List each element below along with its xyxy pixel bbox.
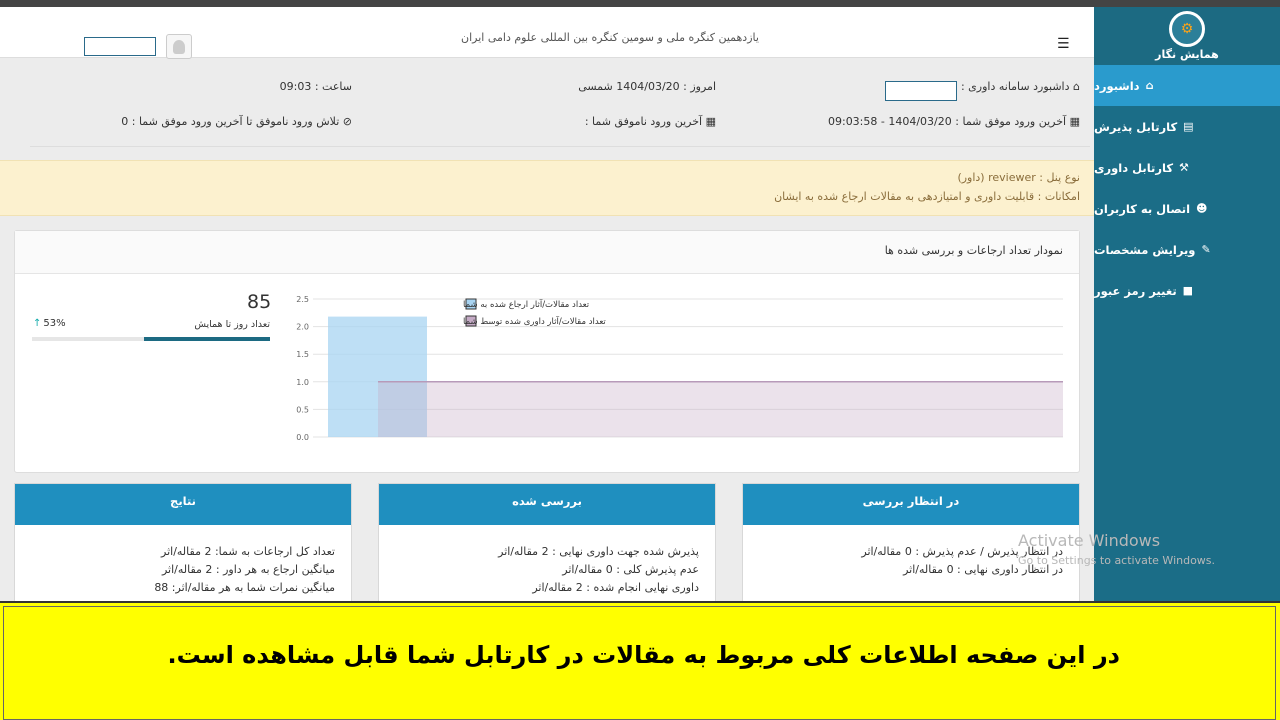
- panel-row: داوری نهایی انجام شده : 2 مقاله/اثر: [532, 581, 699, 594]
- sidebar-item-acceptance[interactable]: ▤ کارتابل پذیرش: [1094, 106, 1280, 147]
- legend-label: تعداد مقالات/آثار ارجاع شده به شما: [463, 298, 590, 310]
- caption-text: در این صفحه اطلاعات کلی مربوط به مقالات …: [167, 641, 1120, 669]
- last-failed-login: ▦ آخرین ورود ناموفق شما :: [584, 115, 716, 128]
- top-strip: [0, 0, 1280, 7]
- username-box[interactable]: [84, 37, 156, 56]
- panel-row: میانگین نمرات شما به هر مقاله/اثر: 88: [154, 581, 335, 594]
- edit-icon: ✎: [1201, 243, 1211, 256]
- divider: [30, 146, 1090, 147]
- panel-title: بررسی شده: [379, 484, 715, 525]
- sidebar-item-edit-profile[interactable]: ✎ ویرایش مشخصات: [1094, 229, 1280, 270]
- current-time: ساعت : 09:03: [279, 80, 352, 93]
- y-tick-label: 1.0: [296, 378, 309, 387]
- logo[interactable]: ⚙ همایش نگار: [1094, 7, 1280, 65]
- top-header: ☰ یازدهمین کنگره ملی و سومین کنگره بین ا…: [0, 7, 1094, 59]
- conference-title: یازدهمین کنگره ملی و سومین کنگره بین الم…: [461, 31, 759, 44]
- panel-capabilities: امکانات : قابلیت داوری و امتیازدهی به مق…: [774, 190, 1080, 203]
- panel-row: در انتظار داوری نهایی : 0 مقاله/اثر: [903, 563, 1063, 576]
- sidebar-item-label: ویرایش مشخصات: [1094, 242, 1196, 257]
- y-tick-label: 2.5: [296, 295, 309, 304]
- arrow-up-icon: ↑: [33, 318, 42, 329]
- user-avatar-icon[interactable]: [166, 34, 192, 59]
- panel-row: عدم پذیرش کلی : 0 مقاله/اثر: [562, 563, 699, 576]
- panel-notice: نوع پنل : reviewer (داور) امکانات : قابل…: [0, 160, 1094, 216]
- sidebar-item-change-password[interactable]: ■ تغییر رمز عبور: [1094, 270, 1280, 311]
- sidebar-item-label: کارتابل داوری: [1094, 160, 1174, 175]
- logo-text: همایش نگار: [1155, 48, 1219, 61]
- today-date: امروز : 1404/03/20 شمسی: [578, 80, 716, 93]
- days-progress-bar: [32, 337, 270, 341]
- y-tick-label: 0.5: [296, 405, 309, 414]
- legend-label: تعداد مقالات/آثار داوری شده توسط شما: [463, 315, 606, 327]
- y-tick-label: 0.0: [296, 433, 309, 442]
- days-label: تعداد روز تا همایش: [194, 319, 270, 330]
- panel-row: میانگین ارجاع به هر داور : 2 مقاله/اثر: [161, 563, 335, 576]
- file-icon: ▤: [1183, 120, 1194, 133]
- panel-title: در انتظار بررسی: [743, 484, 1079, 525]
- users-icon: ☻: [1196, 202, 1208, 215]
- results-panel: نتایج تعداد کل ارجاعات به شما: 2 مقاله/ا…: [14, 483, 352, 603]
- sidebar-item-label: کارتابل پذیرش: [1094, 119, 1178, 134]
- last-success-login: ▦ آخرین ورود موفق شما : 1404/03/20 - 09:…: [827, 115, 1080, 128]
- panel-row: تعداد کل ارجاعات به شما: 2 مقاله/اثر: [161, 545, 335, 558]
- logo-mark-icon: ⚙: [1169, 11, 1205, 47]
- activation-watermark-title: Activate Windows: [1018, 531, 1161, 550]
- chart-card: نمودار تعداد ارجاعات و بررسی شده ها 85 ت…: [14, 230, 1080, 473]
- days-count: 85: [247, 291, 272, 313]
- panel-type: نوع پنل : reviewer (داور): [957, 171, 1080, 184]
- y-tick-label: 2.0: [296, 323, 309, 332]
- calendar-icon: ▦: [1069, 115, 1080, 128]
- days-progress-fill: [143, 337, 270, 341]
- home-icon: ⌂: [1145, 79, 1154, 92]
- panel-row: در انتظار پذیرش / عدم پذیرش : 0 مقاله/اث…: [861, 545, 1063, 558]
- home-icon: ⌂: [1073, 80, 1080, 93]
- sidebar-item-label: اتصال به کاربران: [1094, 201, 1191, 216]
- failed-attempts: ⊘ تلاش ورود ناموفق تا آخرین ورود موفق شم…: [121, 115, 352, 128]
- series-reviewed-area: [378, 381, 1063, 437]
- y-tick-label: 1.5: [296, 350, 309, 359]
- days-percent: ↑ 53%: [33, 318, 66, 329]
- lock-icon: ■: [1182, 284, 1194, 297]
- panel-title: نتایج: [15, 484, 351, 525]
- sidebar-item-label: تغییر رمز عبور: [1094, 283, 1177, 298]
- calendar-icon: ▦: [705, 115, 716, 128]
- sidebar-item-label: داشبورد: [1094, 78, 1140, 93]
- dashboard-label: ⌂ داشبورد سامانه داوری :: [960, 80, 1080, 93]
- panel-row: پذیرش شده جهت داوری نهایی : 2 مقاله/اثر: [498, 545, 699, 558]
- gavel-icon: ⚒: [1179, 161, 1189, 174]
- activation-watermark-subtitle: Go to Settings to activate Windows.: [1018, 554, 1216, 567]
- sidebar-item-review[interactable]: ⚒ کارتابل داوری: [1094, 147, 1280, 188]
- references-chart: 0.0 0.5 1.0 1.5 2.0 2.5 تعداد مقالات/آثار ارجا…: [296, 295, 1063, 442]
- hamburger-icon[interactable]: ☰: [1057, 36, 1070, 52]
- chart-card-header: نمودار تعداد ارجاعات و بررسی شده ها: [15, 231, 1079, 274]
- ban-icon: ⊘: [342, 115, 352, 128]
- sidebar-item-dashboard[interactable]: ⌂ داشبورد: [1094, 65, 1280, 106]
- reviewer-name-box: [885, 81, 957, 101]
- reviewed-panel: بررسی شده پذیرش شده جهت داوری نهایی : 2 …: [378, 483, 716, 603]
- caption-banner: در این صفحه اطلاعات کلی مربوط به مقالات …: [0, 601, 1280, 720]
- sidebar-item-users[interactable]: ☻ اتصال به کاربران: [1094, 188, 1280, 229]
- chart-title: نمودار تعداد ارجاعات و بررسی شده ها: [884, 244, 1063, 257]
